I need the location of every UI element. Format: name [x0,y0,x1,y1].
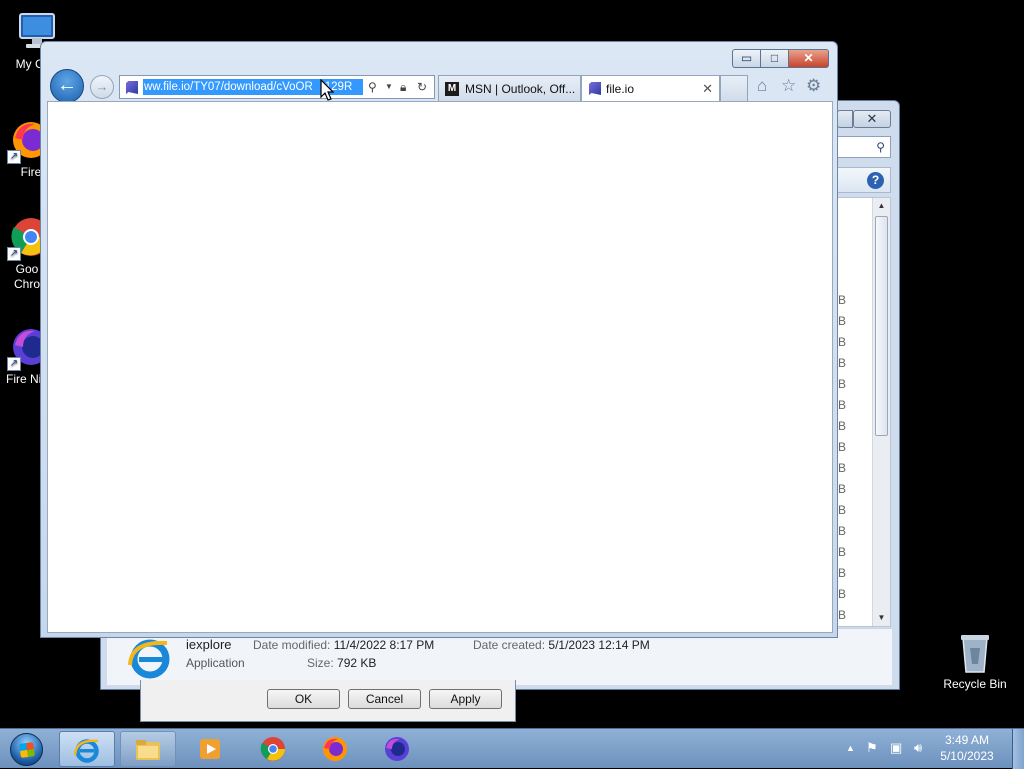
internet-explorer-window[interactable]: ▭ □ ✕ ← → ww.file.io/TY07/download/cVoOR… [40,41,838,638]
forward-button[interactable]: → [90,75,114,99]
date-created: Date created: 5/1/2023 12:14 PM [473,638,650,652]
tab-label: MSN | Outlook, Off... [465,82,576,96]
help-icon[interactable]: ? [867,172,884,189]
back-arrow-icon: ← [57,74,77,96]
tab-label: file.io [606,82,635,96]
taskbar-item-chrome[interactable] [246,731,302,767]
desktop-icon-label: Recycle Bin [943,677,1007,691]
address-url: ww.file.io/TY07/download/cVoOR [144,81,313,93]
date-created-value: 5/1/2023 12:14 PM [548,638,650,652]
start-button[interactable] [4,730,50,768]
internet-explorer-icon [73,739,99,763]
maximize-button[interactable] [837,110,853,128]
folder-icon [136,740,160,760]
lock-icon[interactable]: 🔒︎ [400,79,406,95]
taskbar-item-media-player[interactable] [183,731,239,767]
dropdown-icon[interactable]: ▼ [385,79,393,95]
apply-button[interactable]: Apply [429,689,502,709]
desktop-icon-label: Fire [20,165,42,179]
cancel-button[interactable]: Cancel [348,689,421,709]
date-modified: Date modified: 11/4/2022 8:17 PM [253,638,434,652]
search-box[interactable]: ⚲ [829,136,891,158]
internet-explorer-icon [127,635,173,681]
file-name: iexplore [186,637,232,652]
home-icon[interactable]: ⌂ [757,76,767,96]
file-list[interactable]: KB KB KB KB KB KB KB KB KB KB KB KB KB KB KB KB ▲ ▼ [829,197,891,627]
firefox-nightly-icon [385,737,409,761]
show-desktop-button[interactable] [1012,729,1024,769]
desktop-icon-recycle-bin[interactable]: Recycle Bin [935,630,1015,692]
show-hidden-icons-icon[interactable]: ▲ [846,743,855,753]
network-icon[interactable]: ▣ [890,740,902,756]
properties-dialog: OK Cancel Apply [140,680,516,722]
refresh-icon[interactable]: ↻ [417,79,427,95]
address-bar[interactable]: ww.file.io/TY07/download/cVoOR 129R ⚲ ▼ 🔒… [119,75,435,99]
clock-date[interactable]: 5/10/2023 [932,749,1002,763]
taskbar-item-firefox[interactable] [308,731,364,767]
taskbar-item-file-explorer[interactable] [120,731,176,767]
date-modified-value: 11/4/2022 8:17 PM [333,638,435,652]
new-tab-button[interactable] [720,75,748,101]
date-created-label: Date created: [473,638,546,652]
tab-close-icon[interactable]: ✕ [702,81,713,97]
site-favicon-icon [589,82,601,95]
mouse-cursor-icon [320,79,334,101]
minimize-button[interactable]: ▭ [732,49,761,68]
file-type: Application [186,656,245,670]
shortcut-arrow-icon: ↗ [7,357,21,371]
shortcut-arrow-icon: ↗ [7,150,21,164]
close-button[interactable]: ✕ [789,49,829,68]
scroll-down-icon[interactable]: ▼ [873,610,890,626]
site-favicon-icon [126,81,138,94]
size-label: Size: [307,656,334,670]
tab-msn[interactable]: M MSN | Outlook, Off... [438,75,581,101]
taskbar: ▲ ⚑ ▣ 🔊︎ 3:49 AM 5/10/2023 [0,728,1024,769]
taskbar-item-internet-explorer[interactable] [59,731,115,767]
date-modified-label: Date modified: [253,638,331,652]
size-value: 792 KB [337,656,377,670]
search-icon: ⚲ [876,140,885,154]
taskbar-item-firefox-nightly[interactable] [370,731,426,767]
shortcut-arrow-icon: ↗ [7,247,21,261]
msn-logo-icon: M [445,82,459,96]
vertical-scrollbar[interactable]: ▲ ▼ [872,198,890,626]
ok-button[interactable]: OK [267,689,340,709]
firefox-icon [323,737,347,761]
search-icon[interactable]: ⚲ [368,79,377,95]
page-content[interactable] [47,101,833,633]
scroll-up-icon[interactable]: ▲ [873,198,890,214]
maximize-button[interactable]: □ [761,49,789,68]
windows-logo-icon [10,733,43,766]
settings-gear-icon[interactable]: ⚙ [806,76,821,96]
clock-time[interactable]: 3:49 AM [932,733,1002,747]
tab-file-io[interactable]: file.io ✕ [581,75,720,102]
forward-arrow-icon: → [95,79,109,94]
file-size: Size: 792 KB [307,656,376,670]
action-center-flag-icon[interactable]: ⚑ [866,740,878,756]
scroll-thumb[interactable] [875,216,888,436]
favorites-star-icon[interactable]: ☆ [781,76,796,96]
desktop: My Com ↗ Fire ↗ Goo Chro ↗ Fire Nig Recy… [0,0,1024,728]
close-button[interactable]: ✕ [853,110,891,128]
chrome-icon [260,737,285,761]
command-bar: ? [829,167,891,193]
back-button[interactable]: ← [50,69,84,103]
media-player-icon [200,739,220,759]
volume-icon[interactable]: 🔊︎ [914,740,922,756]
recycle-bin-icon [953,630,997,674]
